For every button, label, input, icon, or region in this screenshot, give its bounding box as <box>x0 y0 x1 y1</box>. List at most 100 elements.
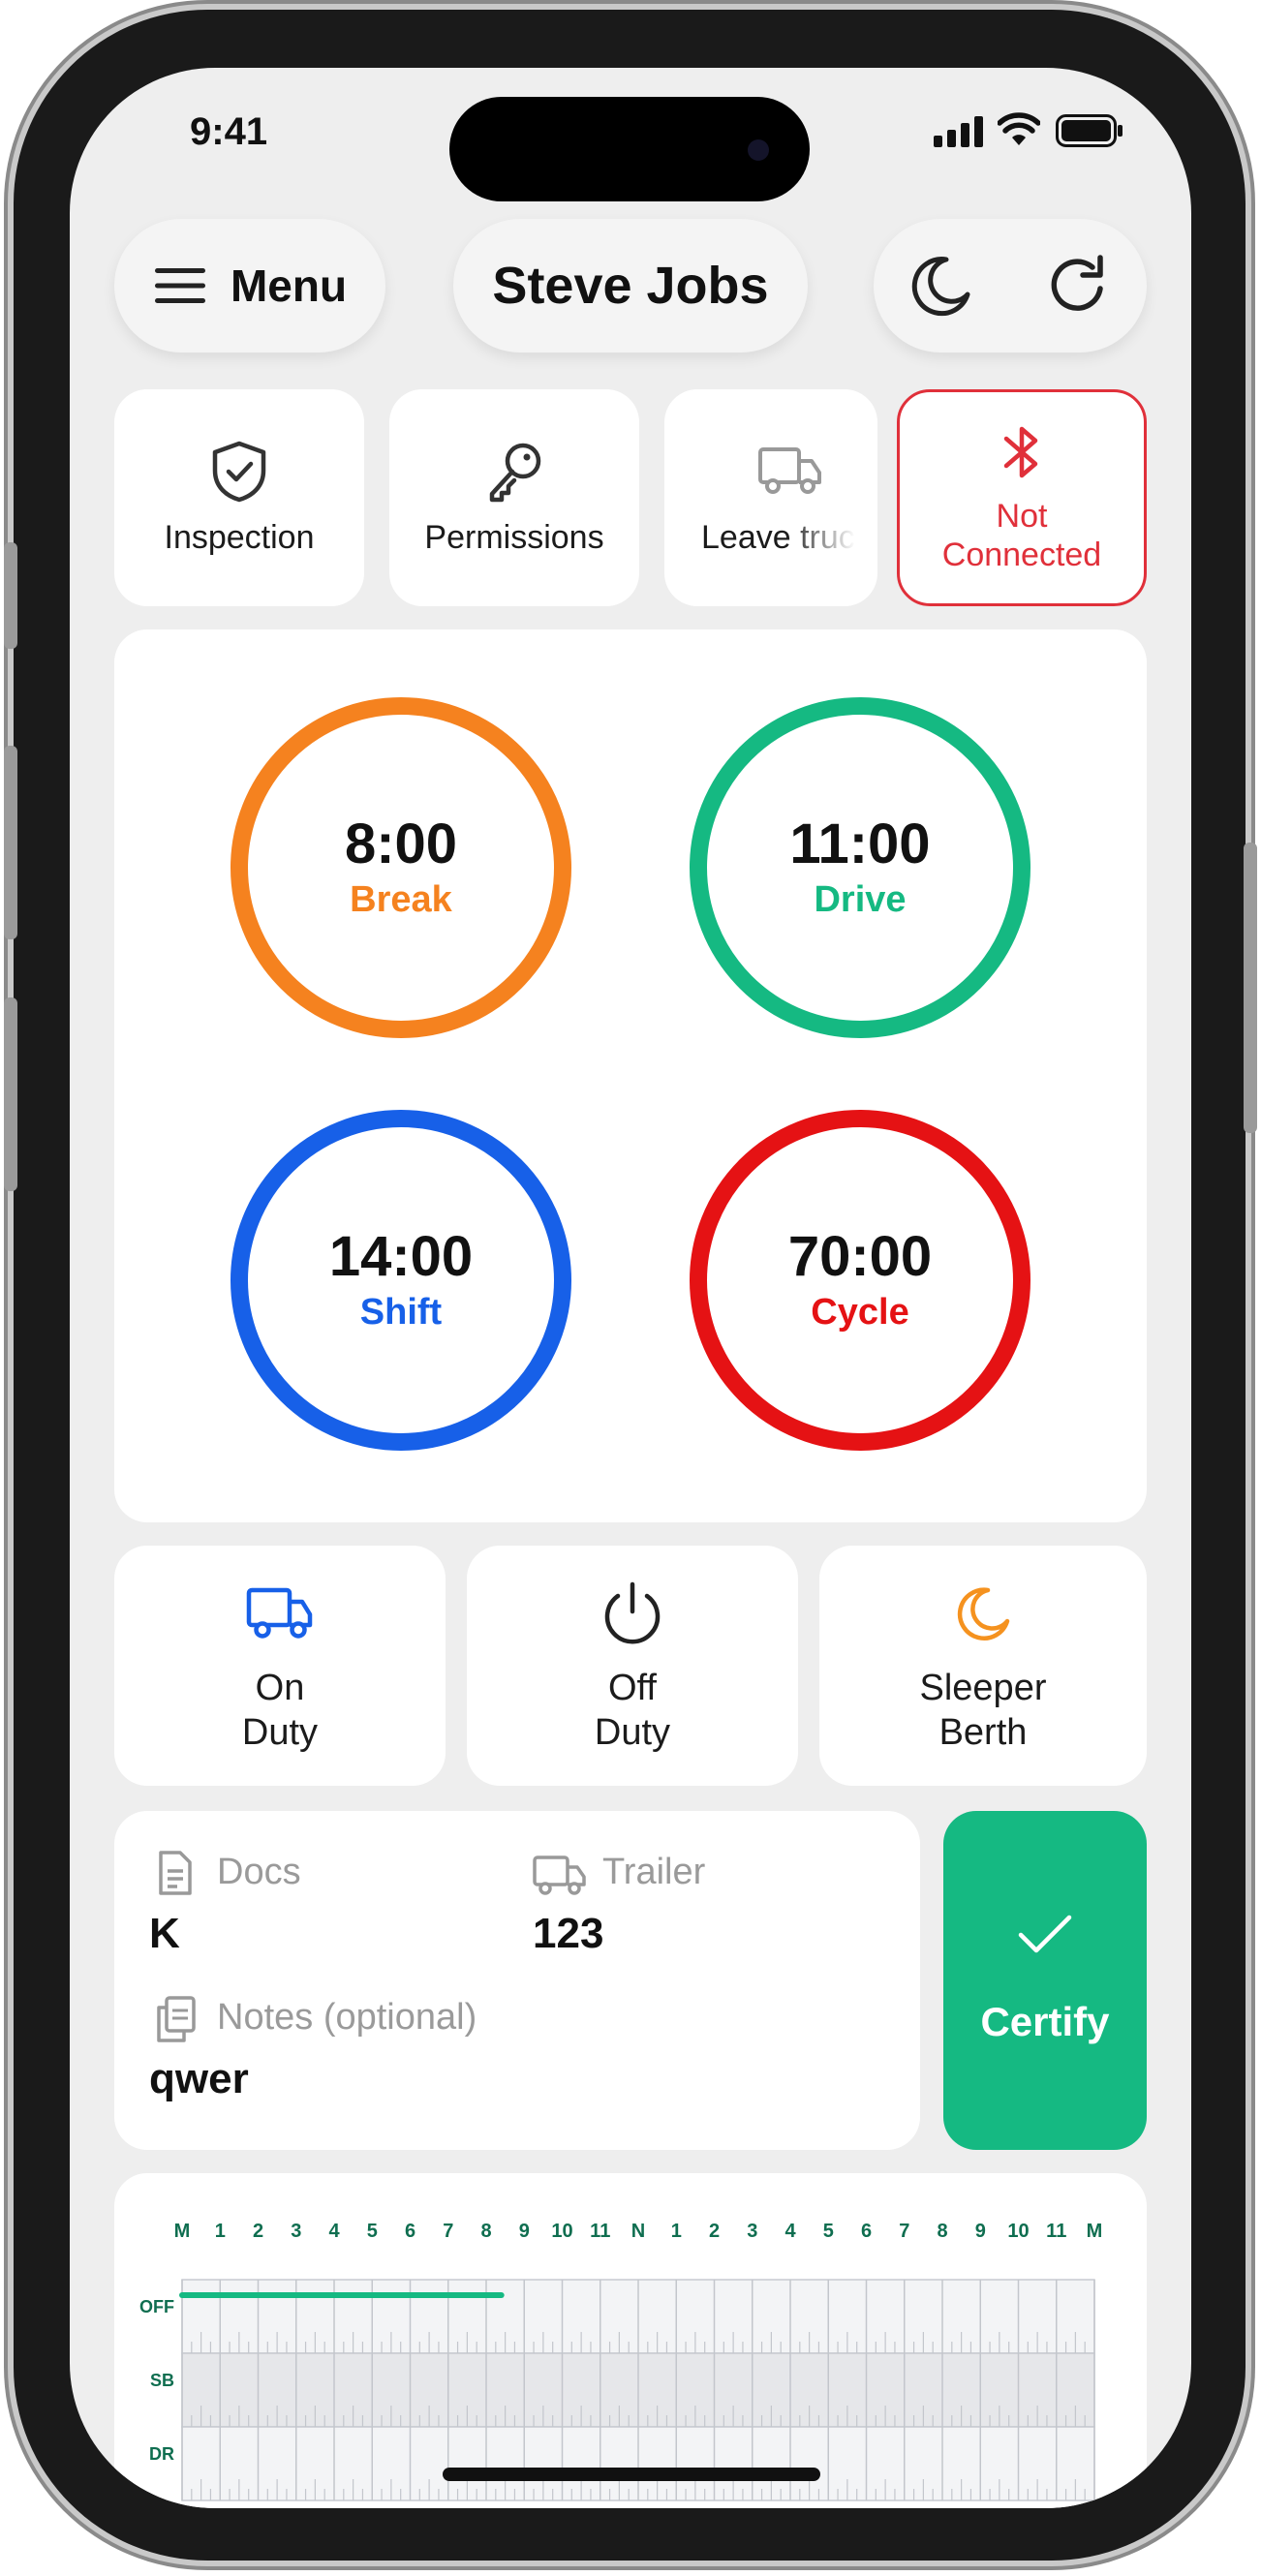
log-info-card[interactable]: Docs K Trailer 123 Notes (optional) qwer <box>114 1811 920 2150</box>
cycle-label: Cycle <box>811 1292 909 1333</box>
duty-log-graph: OFF SB DR M 1 2 3 4 5 6 7 8 9 10 11 N 1 2 3 4 5 6 7 8 9 10 11 M <box>139 2221 1103 2501</box>
docs-value: K <box>149 1910 180 1957</box>
camera-icon <box>748 139 769 161</box>
sleeper-line2: Berth <box>938 1712 1028 1753</box>
signal-icon <box>934 116 983 147</box>
log-hour-label: 1 <box>215 2221 226 2242</box>
header-actions <box>874 219 1147 353</box>
off-duty-button[interactable]: Off Duty <box>467 1546 798 1786</box>
leave-truck-label: Leave truc <box>701 519 855 556</box>
on-duty-line2: Duty <box>241 1712 319 1753</box>
driver-name-button[interactable]: Steve Jobs <box>453 219 808 353</box>
menu-label: Menu <box>230 261 348 311</box>
moon-icon[interactable] <box>909 254 973 318</box>
drive-timer[interactable]: 11:00 Drive <box>688 695 1032 1040</box>
log-hour-label: 4 <box>784 2221 796 2242</box>
not-connected-line2: Connected <box>941 537 1102 573</box>
log-hour-label: M <box>1087 2221 1103 2242</box>
notes-icon <box>157 1996 196 2042</box>
log-hour-label: 4 <box>328 2221 340 2242</box>
log-hour-label: 3 <box>291 2221 301 2242</box>
log-hour-label: 6 <box>405 2221 415 2242</box>
driver-name: Steve Jobs <box>492 257 769 315</box>
log-row-label: DR <box>149 2444 174 2464</box>
sleeper-berth-button[interactable]: Sleeper Berth <box>819 1546 1147 1786</box>
checkmark-icon <box>1018 1915 1072 1953</box>
shield-check-icon <box>212 441 266 503</box>
log-hour-label: 2 <box>253 2221 263 2242</box>
moon-icon <box>957 1587 1010 1641</box>
log-hour-label: 7 <box>899 2221 909 2242</box>
log-hour-label: 1 <box>671 2221 682 2242</box>
log-hour-label: 11 <box>1046 2221 1066 2242</box>
action-button <box>4 542 17 649</box>
inspection-label: Inspection <box>164 519 315 556</box>
status-time: 9:41 <box>190 110 268 153</box>
log-hour-label: 11 <box>590 2221 610 2242</box>
inspection-button[interactable]: Inspection <box>114 389 364 606</box>
cycle-time: 70:00 <box>787 1225 933 1288</box>
trailer-icon <box>533 1855 586 1895</box>
log-hour-label: N <box>631 2221 645 2242</box>
hamburger-icon <box>154 268 205 303</box>
log-row-label: OFF <box>139 2297 174 2316</box>
bluetooth-status-button[interactable]: Not Connected <box>897 389 1147 606</box>
certify-button[interactable]: Certify <box>943 1811 1147 2150</box>
log-hour-label: 8 <box>937 2221 947 2242</box>
log-row-label: SB <box>150 2371 174 2390</box>
volume-down-button <box>4 997 17 1191</box>
cycle-timer[interactable]: 70:00 Cycle <box>688 1108 1032 1453</box>
log-graph-card[interactable]: OFF SB DR M 1 2 3 4 5 6 7 8 9 10 11 N 1 2 3 4 5 6 7 8 9 10 11 M <box>114 2173 1147 2508</box>
not-connected-line1: Not <box>996 498 1048 535</box>
sleeper-line1: Sleeper <box>919 1668 1047 1708</box>
hos-timers-card: 8:00 Break 11:00 Drive 14:00 Shift 70:00… <box>114 629 1147 1522</box>
log-hour-label: 8 <box>480 2221 491 2242</box>
shift-time: 14:00 <box>328 1225 474 1288</box>
log-hour-label: 9 <box>975 2221 986 2242</box>
docs-label: Docs <box>217 1852 301 1892</box>
app-screen: 9:41 Menu Steve Jobs Inspection Permissi… <box>70 68 1191 2508</box>
log-hour-label: 2 <box>709 2221 720 2242</box>
log-hour-label: 10 <box>551 2221 572 2242</box>
off-duty-line2: Duty <box>594 1712 671 1753</box>
notes-value: qwer <box>149 2055 249 2102</box>
volume-up-button <box>4 746 17 939</box>
power-icon <box>604 1581 661 1644</box>
permissions-label: Permissions <box>424 519 604 556</box>
break-label: Break <box>350 879 452 920</box>
drive-time: 11:00 <box>789 813 931 875</box>
bluetooth-icon <box>1003 426 1038 478</box>
truck-icon <box>246 1587 313 1639</box>
break-time: 8:00 <box>344 813 458 875</box>
log-hour-label: 5 <box>823 2221 834 2242</box>
menu-button[interactable]: Menu <box>114 219 385 353</box>
permissions-button[interactable]: Permissions <box>389 389 639 606</box>
log-hour-label: 9 <box>519 2221 530 2242</box>
trailer-value: 123 <box>533 1910 604 1957</box>
document-icon <box>159 1851 192 1895</box>
shift-timer[interactable]: 14:00 Shift <box>229 1108 573 1453</box>
shift-label: Shift <box>359 1292 443 1333</box>
log-hour-label: 7 <box>443 2221 453 2242</box>
certify-label: Certify <box>980 1999 1110 2044</box>
power-button <box>1244 843 1257 1133</box>
trailer-label: Trailer <box>602 1852 706 1892</box>
break-timer[interactable]: 8:00 Break <box>229 695 573 1040</box>
log-hour-label: 10 <box>1007 2221 1029 2242</box>
log-hour-label: 3 <box>747 2221 757 2242</box>
log-hour-label: 5 <box>367 2221 378 2242</box>
on-duty-button[interactable]: On Duty <box>114 1546 446 1786</box>
log-hour-label: M <box>174 2221 191 2242</box>
log-hour-label: 6 <box>861 2221 872 2242</box>
home-indicator <box>443 2468 820 2481</box>
off-duty-line1: Off <box>608 1668 657 1708</box>
leave-truck-button[interactable]: Leave truc <box>664 389 877 606</box>
battery-icon <box>1056 114 1123 147</box>
on-duty-line1: On <box>255 1668 305 1708</box>
refresh-icon[interactable] <box>1044 252 1112 320</box>
drive-label: Drive <box>814 879 907 920</box>
truck-icon <box>758 447 821 494</box>
key-icon <box>489 443 541 503</box>
notes-label: Notes (optional) <box>217 1997 477 2038</box>
wifi-icon <box>998 112 1040 145</box>
